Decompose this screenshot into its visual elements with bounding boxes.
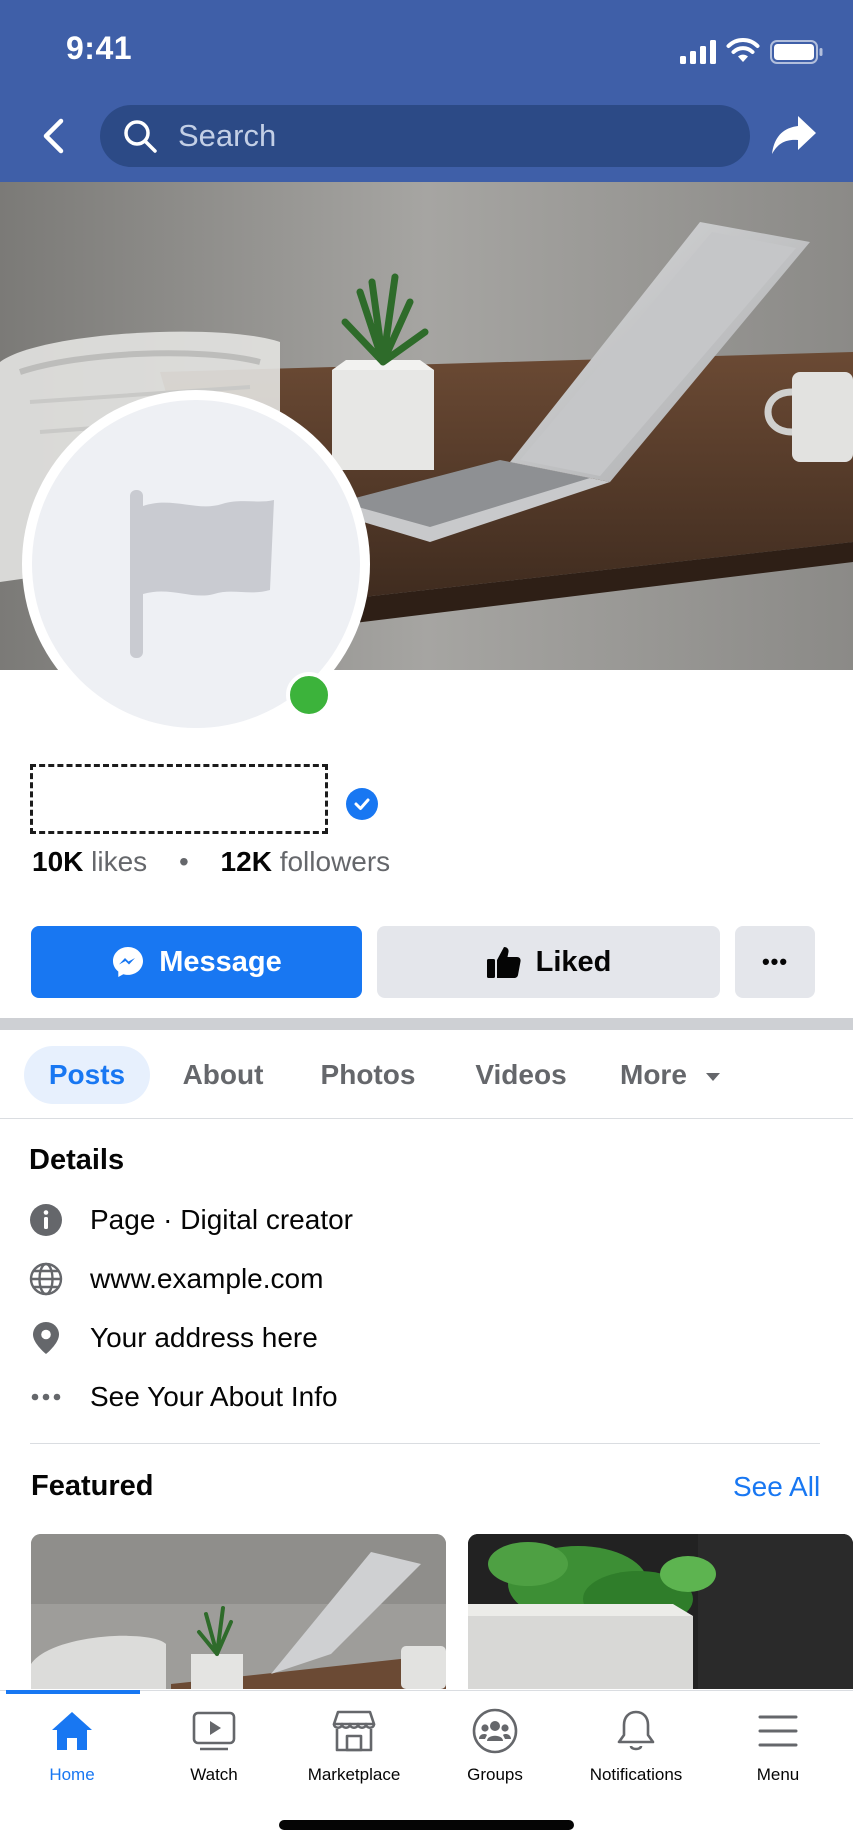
more-options-button[interactable]: ••• bbox=[735, 926, 815, 998]
detail-row-website[interactable]: www.example.com bbox=[29, 1257, 323, 1301]
see-all-link[interactable]: See All bbox=[733, 1471, 820, 1503]
marketplace-store-icon bbox=[330, 1707, 378, 1755]
followers-label: followers bbox=[279, 846, 391, 877]
nav-home-label: Home bbox=[49, 1765, 95, 1784]
liked-button-label: Liked bbox=[535, 945, 612, 978]
tab-photos[interactable]: Photos bbox=[312, 1046, 424, 1104]
featured-card[interactable] bbox=[468, 1534, 853, 1689]
battery-icon bbox=[770, 40, 823, 64]
info-icon bbox=[29, 1203, 63, 1237]
nav-marketplace[interactable]: Marketplace bbox=[289, 1707, 419, 1785]
message-button[interactable]: Message bbox=[31, 926, 362, 998]
tab-posts-label: Posts bbox=[48, 1059, 126, 1090]
location-pin-icon bbox=[29, 1321, 63, 1355]
section-divider bbox=[0, 1018, 853, 1030]
online-status-dot bbox=[286, 672, 332, 718]
cellular-signal-icon bbox=[680, 40, 716, 64]
ellipsis-icon: ••• bbox=[761, 949, 789, 974]
messenger-icon bbox=[111, 945, 145, 979]
caret-down-icon bbox=[705, 1072, 720, 1081]
tab-more-label: More bbox=[620, 1059, 687, 1090]
nav-menu[interactable]: Menu bbox=[713, 1707, 843, 1785]
verified-badge-icon bbox=[346, 788, 378, 820]
likes-count: 10K bbox=[32, 846, 84, 877]
profile-tabs: Posts About Photos Videos More bbox=[0, 1030, 853, 1119]
message-button-label: Message bbox=[159, 945, 282, 978]
chevron-left-icon bbox=[43, 118, 64, 154]
detail-row-category: Page · Digital creator bbox=[29, 1198, 353, 1242]
status-time: 9:41 bbox=[66, 30, 133, 66]
detail-see-about-text: See Your About Info bbox=[90, 1381, 338, 1412]
watch-video-icon bbox=[190, 1707, 238, 1755]
tab-more[interactable]: More bbox=[620, 1046, 730, 1104]
active-tab-indicator bbox=[6, 1690, 140, 1694]
back-button[interactable] bbox=[30, 108, 76, 164]
globe-icon bbox=[29, 1262, 63, 1296]
followers-count: 12K bbox=[220, 846, 272, 877]
detail-address-text: Your address here bbox=[90, 1322, 318, 1353]
bell-icon bbox=[612, 1707, 660, 1755]
search-placeholder: Search bbox=[178, 118, 277, 153]
search-icon bbox=[124, 120, 157, 153]
page-name-placeholder[interactable] bbox=[30, 764, 328, 834]
tab-about[interactable]: About bbox=[170, 1046, 276, 1104]
groups-icon bbox=[471, 1707, 519, 1755]
featured-heading: Featured bbox=[31, 1470, 154, 1502]
share-button[interactable] bbox=[764, 108, 824, 164]
search-input[interactable]: Search bbox=[100, 105, 750, 167]
detail-row-see-about[interactable]: See Your About Info bbox=[29, 1375, 338, 1419]
featured-card[interactable] bbox=[31, 1534, 446, 1689]
detail-row-address[interactable]: Your address here bbox=[29, 1316, 318, 1360]
tab-about-label: About bbox=[182, 1059, 264, 1090]
nav-notifications[interactable]: Notifications bbox=[571, 1707, 701, 1785]
liked-button[interactable]: Liked bbox=[377, 926, 720, 998]
hamburger-menu-icon bbox=[754, 1707, 802, 1755]
nav-groups[interactable]: Groups bbox=[430, 1707, 560, 1785]
details-divider bbox=[30, 1443, 820, 1444]
stats-separator: • bbox=[178, 846, 189, 877]
nav-menu-label: Menu bbox=[756, 1765, 800, 1784]
detail-website-text: www.example.com bbox=[90, 1263, 324, 1294]
tab-photos-label: Photos bbox=[320, 1059, 416, 1090]
tab-videos-label: Videos bbox=[475, 1059, 567, 1090]
nav-home[interactable]: Home bbox=[7, 1707, 137, 1785]
likes-label: likes bbox=[91, 846, 148, 877]
ellipsis-icon bbox=[29, 1380, 63, 1414]
nav-notifications-label: Notifications bbox=[589, 1765, 683, 1784]
share-arrow-icon bbox=[772, 116, 816, 154]
nav-watch[interactable]: Watch bbox=[149, 1707, 279, 1785]
page-stats: 10K likes • 12K followers bbox=[32, 846, 390, 878]
featured-card-image bbox=[31, 1534, 446, 1689]
nav-groups-label: Groups bbox=[467, 1765, 523, 1784]
home-indicator-bar[interactable] bbox=[279, 1820, 574, 1830]
tab-videos[interactable]: Videos bbox=[466, 1046, 576, 1104]
nav-watch-label: Watch bbox=[190, 1765, 238, 1784]
detail-category-text: Page · Digital creator bbox=[90, 1204, 354, 1235]
tab-posts[interactable]: Posts bbox=[24, 1046, 150, 1104]
details-heading: Details bbox=[29, 1144, 125, 1176]
home-icon bbox=[48, 1707, 96, 1755]
nav-marketplace-label: Marketplace bbox=[307, 1765, 401, 1784]
featured-card-image bbox=[468, 1534, 853, 1689]
thumbs-up-icon bbox=[486, 945, 522, 979]
wifi-icon bbox=[726, 38, 760, 62]
